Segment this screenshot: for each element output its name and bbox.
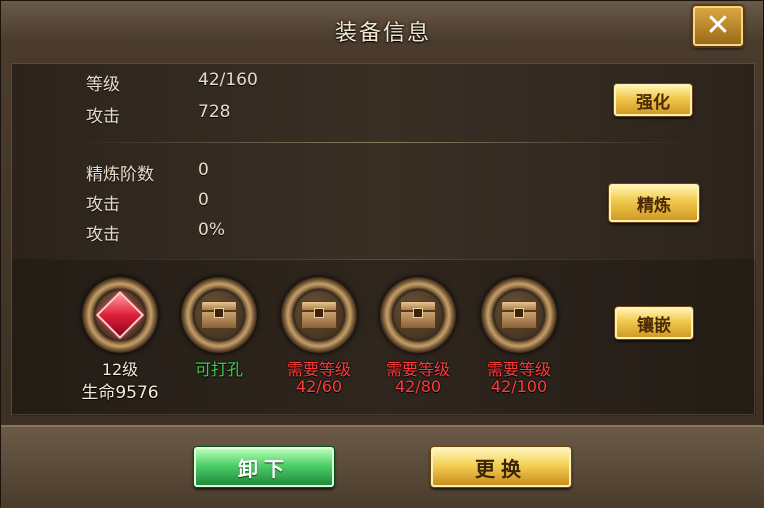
level-label: 等级 [86, 75, 120, 95]
socket-1-line2: 生命9576 [81, 383, 159, 403]
enhance-section: 等级 42/160 攻击 728 强化 [12, 64, 756, 144]
divider [72, 142, 692, 143]
refine-attack-value: 0 [198, 190, 209, 210]
chest-icon [400, 301, 436, 329]
chest-icon [201, 301, 237, 329]
socket-5-line2: 42/100 [490, 377, 548, 396]
footer-bar: 卸下 更换 [1, 425, 764, 508]
level-value: 42/160 [198, 70, 258, 90]
socket-3-line1: 需要等级 [286, 360, 351, 379]
socket-4-line2: 42/80 [394, 377, 442, 396]
socket-section: 12级 生命9576 可打孔 需要等级 42/60 需要等级 42/80 需要等… [12, 259, 756, 416]
gem-socket-1[interactable] [82, 277, 158, 353]
gem-socket-4[interactable] [380, 277, 456, 353]
socket-4-line1: 需要等级 [385, 360, 450, 379]
gem-socket-3[interactable] [281, 277, 357, 353]
refine-level-label: 精炼阶数 [86, 165, 154, 185]
refine-attack-percent-value: 0% [198, 220, 225, 240]
dialog-title: 装备信息 [334, 21, 431, 46]
chest-icon [501, 301, 537, 329]
socket-5-line1: 需要等级 [486, 360, 551, 379]
info-panel: 等级 42/160 攻击 728 强化 精炼阶数 0 攻击 0 攻击 0% 精炼… [11, 63, 756, 416]
inlay-button[interactable]: 镶嵌 [615, 307, 693, 339]
refine-attack-label: 攻击 [86, 195, 120, 215]
equipment-dialog: 装备信息 ✕ 等级 42/160 攻击 728 强化 精炼阶数 0 攻击 0 攻… [0, 0, 764, 508]
unequip-button[interactable]: 卸下 [194, 447, 334, 487]
close-button[interactable]: ✕ [693, 6, 743, 46]
replace-button[interactable]: 更换 [431, 447, 571, 487]
refine-section: 精炼阶数 0 攻击 0 攻击 0% 精炼 [12, 154, 756, 254]
enhance-button[interactable]: 强化 [614, 84, 692, 116]
gem-socket-2[interactable] [181, 277, 257, 353]
refine-attack-percent-label: 攻击 [86, 225, 120, 245]
attack-value: 728 [198, 102, 231, 122]
gem-socket-5[interactable] [481, 277, 557, 353]
refine-button[interactable]: 精炼 [609, 184, 699, 222]
socket-1-line1: 12级 [101, 360, 139, 379]
attack-label: 攻击 [86, 107, 120, 127]
socket-3-line2: 42/60 [295, 377, 343, 396]
close-icon: ✕ [705, 8, 731, 43]
socket-2-line1: 可打孔 [194, 360, 243, 379]
refine-level-value: 0 [198, 160, 209, 180]
red-gem-icon [95, 290, 145, 340]
chest-icon [301, 301, 337, 329]
